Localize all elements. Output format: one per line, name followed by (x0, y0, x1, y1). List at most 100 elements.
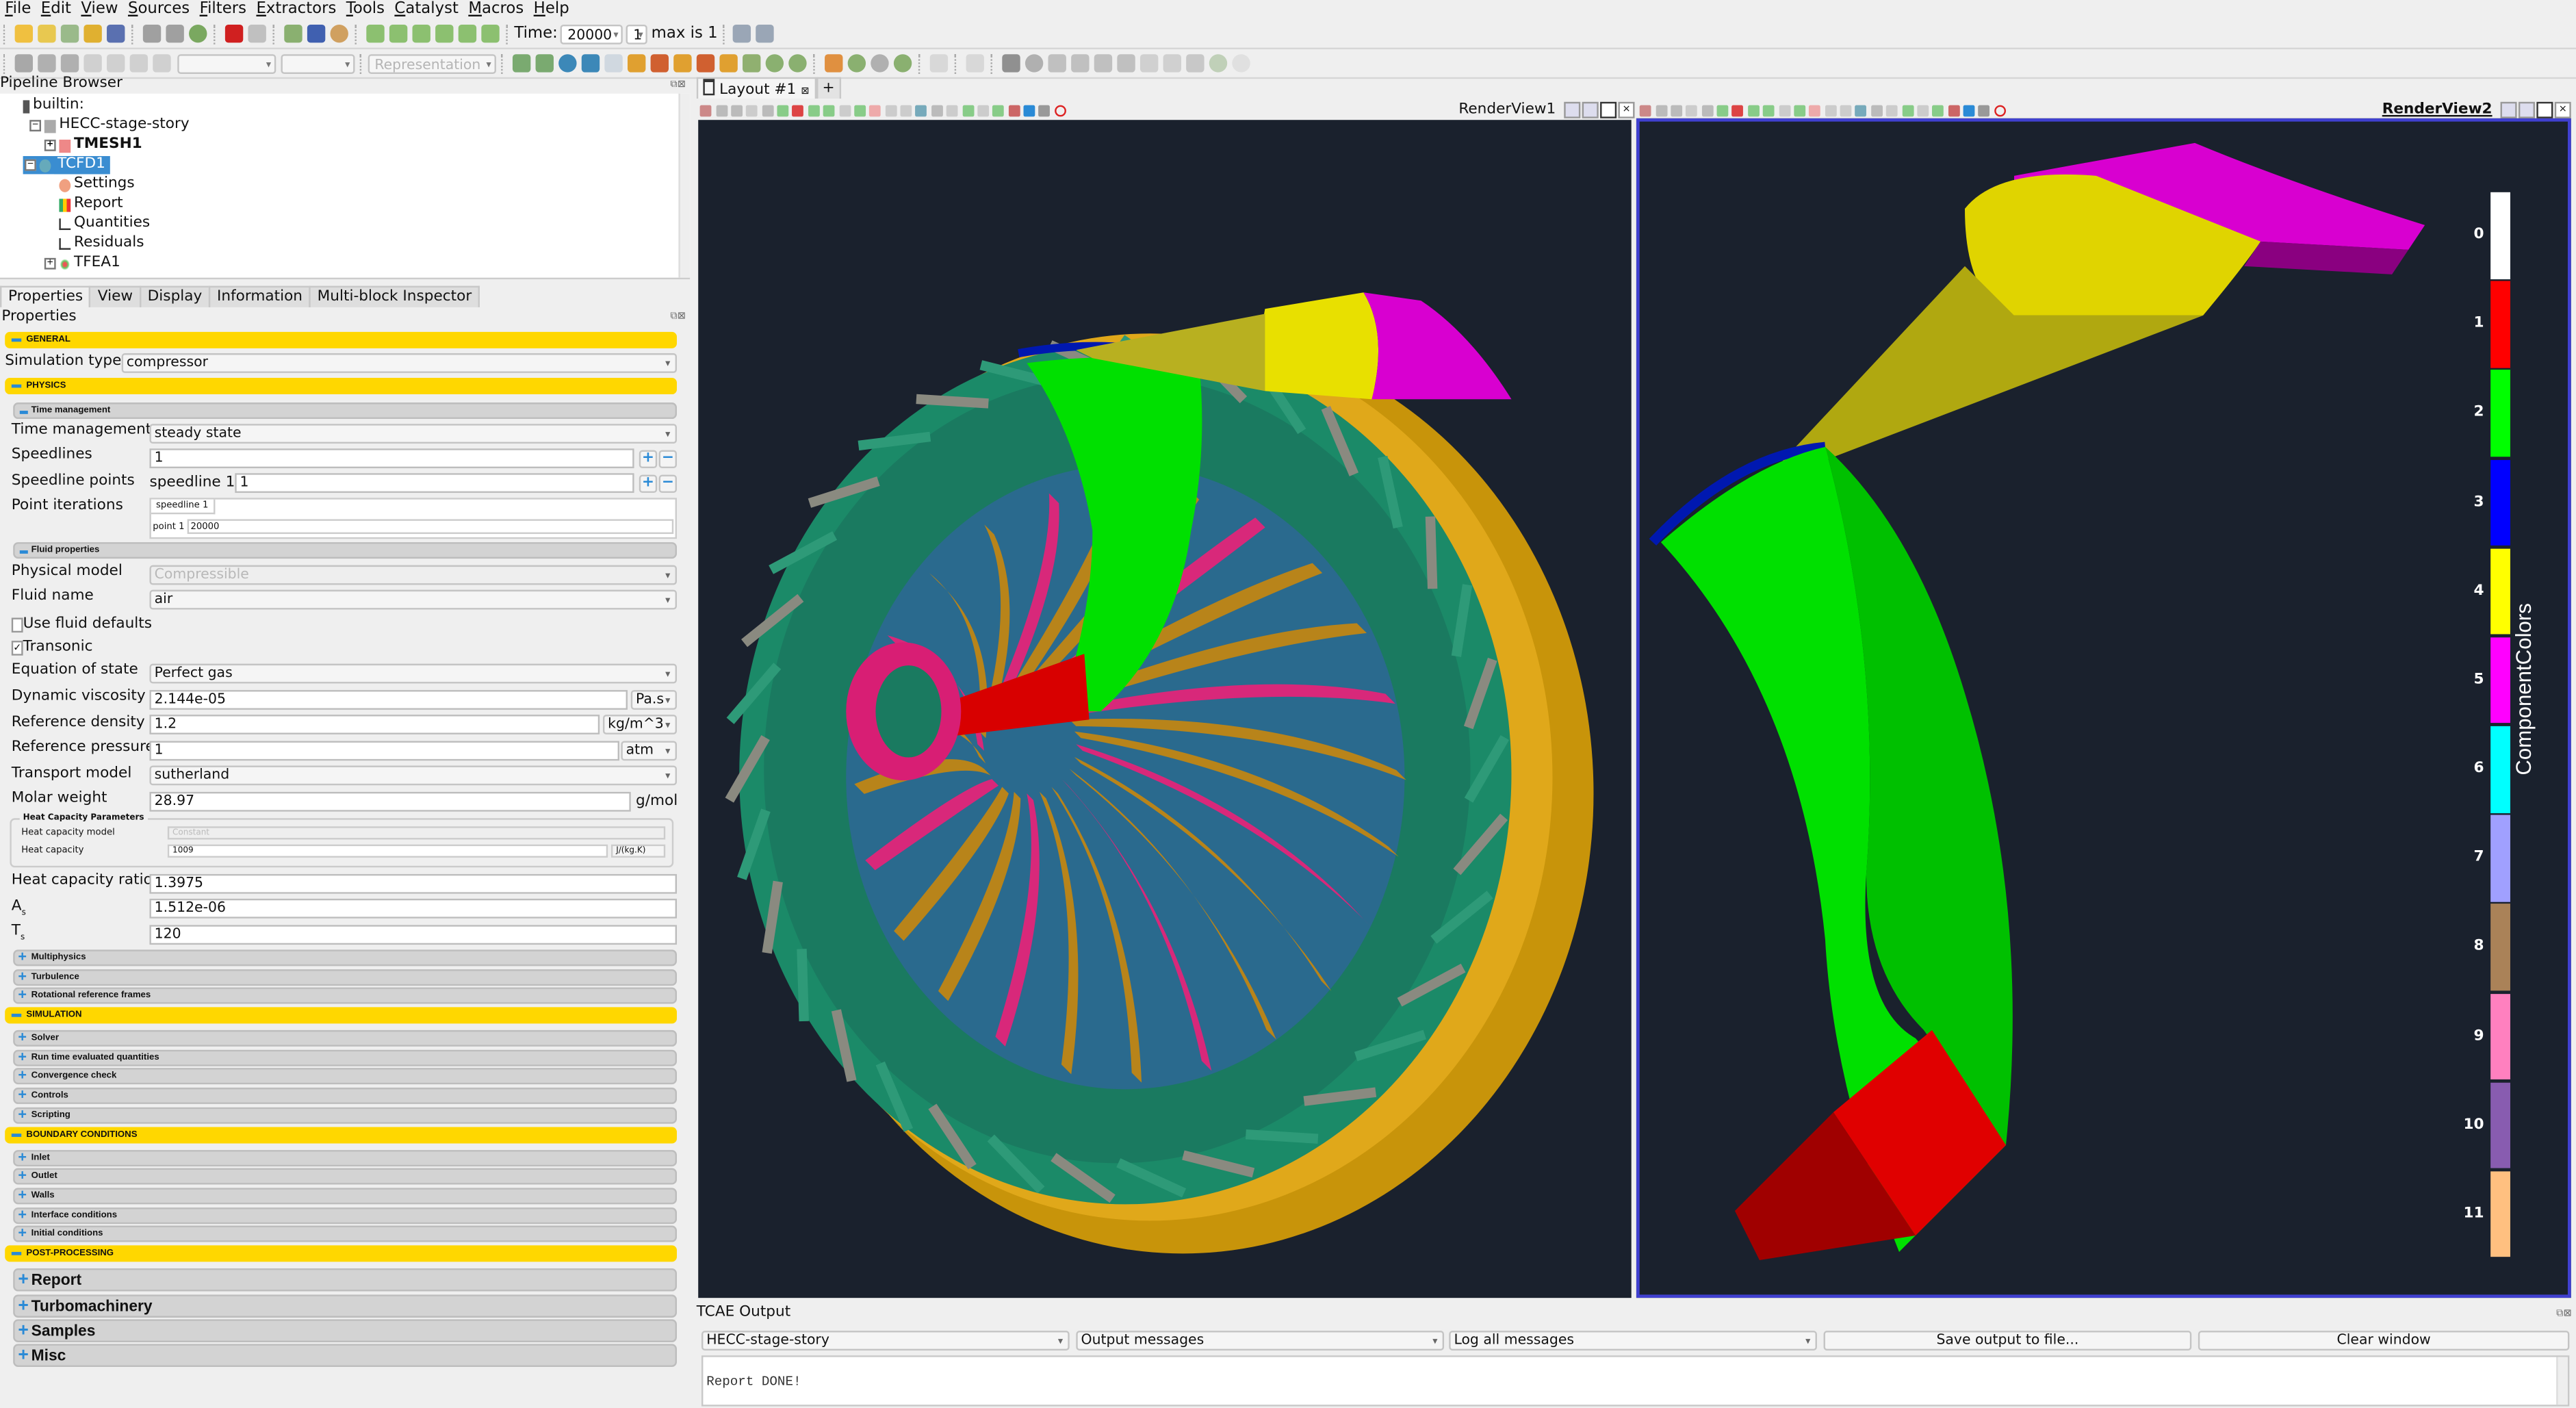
speedline-points-remove-button[interactable]: − (658, 474, 678, 494)
reference-density-unit-select[interactable]: kg/m^3 (602, 715, 678, 734)
menu-macros[interactable]: Macros (463, 0, 528, 18)
palette-icon[interactable] (329, 25, 348, 43)
reset-camera-icon[interactable] (511, 54, 530, 73)
undo-camera-icon[interactable] (142, 25, 161, 43)
expand-icon[interactable]: + (44, 257, 56, 270)
reference-pressure-input[interactable]: 1 (149, 741, 619, 761)
help-icon[interactable] (1008, 104, 1020, 116)
tree-item-residuals[interactable]: Residuals (59, 235, 144, 253)
glyph-icon[interactable] (1139, 54, 1158, 73)
pipeline-scrollbar[interactable] (678, 93, 691, 278)
select-points-on-icon[interactable] (793, 104, 804, 116)
menu-catalyst[interactable]: Catalyst (389, 0, 463, 18)
group-run-time-evaluated-quantities[interactable]: Run time evaluated quantities (13, 1049, 678, 1066)
view-minus-x-icon[interactable] (649, 54, 668, 73)
capture-screenshot-icon[interactable] (731, 104, 743, 116)
group-misc[interactable]: Misc (13, 1344, 678, 1367)
save-data-icon[interactable] (60, 25, 79, 43)
select-cells-through-icon[interactable] (1747, 104, 1760, 116)
show-orientation-axes-icon[interactable] (1655, 104, 1667, 116)
tab-speedline-1[interactable]: speedline 1 (151, 499, 215, 515)
hover-cells-icon[interactable] (962, 104, 974, 116)
warp-icon[interactable] (1185, 54, 1204, 73)
show-orientation-axes-icon[interactable] (715, 104, 727, 116)
tree-item-quantities[interactable]: Quantities (59, 215, 150, 233)
physical-model-select[interactable]: Compressible (149, 565, 678, 585)
rotation-center-icon[interactable] (892, 54, 912, 73)
point-1-iterations-input[interactable]: 20000 (187, 519, 674, 535)
capture-screenshot-icon[interactable] (1671, 104, 1682, 116)
tab-information[interactable]: Information (208, 285, 311, 307)
reference-pressure-unit-select[interactable]: atm (621, 741, 678, 761)
split-vertical-icon[interactable] (1582, 101, 1599, 118)
renderview1-canvas[interactable] (698, 120, 1632, 1298)
section-post-processing[interactable]: POST-PROCESSING (5, 1245, 678, 1262)
speedlines-input[interactable]: 1 (149, 448, 634, 469)
group-turbomachinery[interactable]: Turbomachinery (13, 1294, 678, 1318)
transport-model-select[interactable]: sutherland (149, 765, 678, 786)
reset-session-icon[interactable] (283, 25, 302, 43)
panel-float-close-icon[interactable]: ⧉⊠ (670, 79, 685, 92)
zoom-closest-icon[interactable] (756, 25, 775, 43)
speedline-points-input[interactable]: 1 (235, 473, 634, 494)
speedlines-add-button[interactable]: + (639, 450, 658, 469)
group-interface-conditions[interactable]: Interface conditions (13, 1207, 678, 1225)
contour-icon[interactable] (1024, 54, 1043, 73)
next-frame-icon[interactable] (434, 25, 453, 43)
close-view-icon[interactable]: × (1618, 101, 1635, 118)
fluid-name-select[interactable]: air (149, 589, 678, 610)
zoom-to-selection-icon[interactable] (604, 54, 622, 73)
select-polygon-icon[interactable] (838, 104, 851, 116)
section-general[interactable]: GENERAL (5, 331, 678, 348)
loop-icon[interactable] (480, 25, 499, 43)
equation-of-state-select[interactable]: Perfect gas (149, 663, 678, 684)
interactive-select-icon[interactable] (1809, 104, 1821, 116)
section-simulation[interactable]: SIMULATION (5, 1007, 678, 1024)
remove-icon[interactable] (1979, 104, 1991, 116)
rescale-custom-icon[interactable] (105, 54, 125, 73)
auto-apply-icon[interactable] (188, 25, 207, 43)
shrink-selection-icon[interactable] (900, 104, 912, 116)
calculator-icon[interactable] (1001, 54, 1020, 73)
tree-item-tcfd1[interactable]: − TCFD1 (23, 156, 111, 175)
group-walls[interactable]: Walls (13, 1188, 678, 1205)
group-time-management[interactable]: Time management (13, 402, 678, 420)
close-tab-icon[interactable]: ⊠ (801, 86, 809, 97)
group-multiphysics[interactable]: Multiphysics (13, 949, 678, 967)
zoom-to-box-icon[interactable] (557, 54, 576, 73)
axes-icon[interactable] (823, 54, 842, 73)
pick-center-icon[interactable] (870, 54, 888, 73)
last-frame-icon[interactable] (457, 25, 476, 43)
split-horizontal-icon[interactable] (2500, 101, 2517, 118)
select-points-on-icon[interactable] (1732, 104, 1744, 116)
clear-selection-icon[interactable] (1870, 104, 1883, 116)
menu-tools[interactable]: Tools (342, 0, 390, 18)
select-block-icon[interactable] (854, 104, 866, 116)
properties-float-close-icon[interactable]: ⧉⊠ (670, 311, 685, 324)
section-boundary-conditions[interactable]: BOUNDARY CONDITIONS (5, 1127, 678, 1144)
heat-capacity-input[interactable]: 1009 (167, 844, 608, 858)
select-points-through-icon[interactable] (1763, 104, 1775, 116)
menu-filters[interactable]: Filters (194, 0, 251, 18)
color-map-icon[interactable] (306, 25, 325, 43)
output-scrollbar[interactable] (2556, 1357, 2568, 1405)
collapse-icon[interactable]: − (25, 159, 36, 171)
select-polygon-icon[interactable] (1778, 104, 1790, 116)
menu-file[interactable]: File (0, 0, 36, 18)
open-icon[interactable] (14, 25, 32, 43)
select-block-icon[interactable] (1794, 104, 1805, 116)
interactive-select-icon[interactable] (869, 104, 881, 116)
rescale-temporal-icon[interactable] (129, 54, 147, 73)
renderview2-canvas[interactable]: 0 1 2 3 4 5 6 7 8 9 10 11 ComponentColors (1636, 118, 2571, 1298)
view-plus-y-icon[interactable] (673, 54, 691, 73)
hover-cells-icon[interactable] (1901, 104, 1914, 116)
group-rotational-reference-frames[interactable]: Rotational reference frames (13, 987, 678, 1004)
dynamic-viscosity-unit-select[interactable]: Pa.s (630, 690, 678, 710)
center-axes-icon[interactable] (847, 54, 865, 73)
undo-icon[interactable] (224, 25, 243, 43)
tree-item-tfea1[interactable]: + TFEA1 (44, 255, 120, 272)
group-fluid-properties[interactable]: Fluid properties (13, 542, 678, 559)
save-output-button[interactable]: Save output to file... (1823, 1331, 2192, 1351)
menu-sources[interactable]: Sources (123, 0, 195, 18)
slice-icon[interactable] (1070, 54, 1089, 73)
